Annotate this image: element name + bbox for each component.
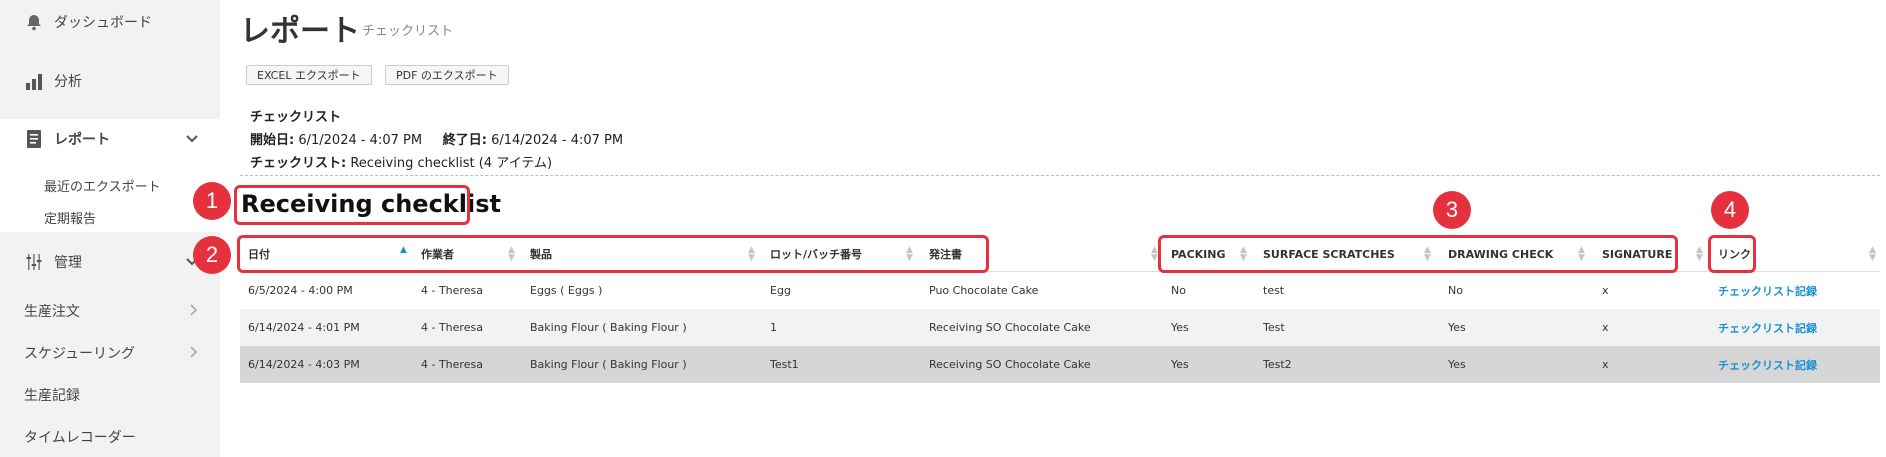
checklist-info: チェックリスト: Receiving checklist (4 アイテム): [250, 152, 552, 171]
table-row: 6/5/2024 - 4:00 PM 4 - Theresa Eggs ( Eg…: [240, 272, 1880, 309]
cell-product: Baking Flour ( Baking Flour ): [530, 321, 687, 334]
cell-drawing-check: Yes: [1448, 358, 1466, 371]
document-icon: [22, 127, 46, 151]
cell-po: Receiving SO Chocolate Cake: [929, 358, 1091, 371]
cell-operator: 4 - Theresa: [421, 321, 483, 334]
nav-management[interactable]: 管理: [0, 248, 220, 276]
cell-surface-scratches: test: [1263, 284, 1285, 297]
end-date-value: 6/14/2024 - 4:07 PM: [491, 133, 624, 148]
nav-production-orders-label: 生産注文: [24, 304, 80, 320]
annotation-box-4: [1708, 235, 1756, 273]
nav-recent-exports[interactable]: 最近のエクスポート: [44, 176, 161, 195]
sliders-icon: [22, 250, 46, 274]
cell-lot: Test1: [770, 358, 799, 371]
nav-scheduled-reports[interactable]: 定期報告: [44, 208, 96, 227]
checklist-value: Receiving checklist (4 アイテム): [350, 156, 553, 171]
bell-icon: [22, 10, 46, 34]
nav-scheduling[interactable]: スケジューリング: [0, 341, 220, 365]
checklist-label: チェックリスト:: [250, 156, 347, 171]
sort-icon[interactable]: ▲ ▼: [1151, 246, 1158, 263]
cell-packing: No: [1171, 284, 1186, 297]
nav-time-recorder[interactable]: タイムレコーダー: [0, 425, 220, 449]
checklist-record-link[interactable]: チェックリスト記録: [1718, 272, 1817, 309]
annotation-box-2: [237, 235, 989, 273]
nav-production-records-label: 生産記録: [24, 388, 80, 404]
cell-date: 6/14/2024 - 4:03 PM: [248, 358, 360, 371]
cell-packing: Yes: [1171, 358, 1189, 371]
cell-surface-scratches: Test2: [1263, 358, 1292, 371]
cell-date: 6/5/2024 - 4:00 PM: [248, 284, 353, 297]
cell-date: 6/14/2024 - 4:01 PM: [248, 321, 360, 334]
start-date-value: 6/1/2024 - 4:07 PM: [298, 133, 423, 148]
cell-operator: 4 - Theresa: [421, 284, 483, 297]
table-row: 6/14/2024 - 4:03 PM 4 - Theresa Baking F…: [240, 346, 1880, 383]
excel-export-button[interactable]: EXCEL エクスポート: [246, 65, 372, 85]
chevron-right-icon: [190, 303, 198, 319]
sidebar: ダッシュボード 分析 レポート 最近のエクスポート 定期報告 管理 生産注文 ス…: [0, 0, 220, 457]
annotation-badge-3: 3: [1433, 191, 1471, 229]
nav-dashboard[interactable]: ダッシュボード: [0, 8, 220, 36]
checklist-record-link[interactable]: チェックリスト記録: [1718, 309, 1817, 346]
annotation-badge-2: 2: [193, 236, 231, 274]
cell-drawing-check: Yes: [1448, 321, 1466, 334]
cell-drawing-check: No: [1448, 284, 1463, 297]
nav-analytics-label: 分析: [54, 74, 82, 90]
cell-signature: x: [1602, 284, 1609, 297]
nav-production-orders[interactable]: 生産注文: [0, 299, 220, 323]
nav-production-records[interactable]: 生産記録: [0, 383, 220, 407]
cell-lot: 1: [770, 321, 777, 334]
cell-surface-scratches: Test: [1263, 321, 1285, 334]
annotation-badge-4: 4: [1711, 191, 1749, 229]
nav-reports[interactable]: レポート: [0, 125, 220, 153]
nav-scheduling-label: スケジューリング: [24, 346, 136, 362]
nav-dashboard-label: ダッシュボード: [54, 15, 152, 31]
page-subtitle: チェックリスト: [362, 24, 454, 39]
table-row: 6/14/2024 - 4:01 PM 4 - Theresa Baking F…: [240, 309, 1880, 346]
chevron-right-icon: [190, 345, 198, 361]
cell-packing: Yes: [1171, 321, 1189, 334]
info-heading: チェックリスト: [250, 110, 342, 125]
pdf-export-button[interactable]: PDF のエクスポート: [385, 65, 509, 85]
end-date-label: 終了日:: [442, 133, 487, 148]
cell-signature: x: [1602, 358, 1609, 371]
nav-management-label: 管理: [54, 255, 82, 271]
cell-signature: x: [1602, 321, 1609, 334]
annotation-badge-1: 1: [193, 182, 231, 220]
bar-chart-icon: [22, 69, 46, 93]
cell-product: Eggs ( Eggs ): [530, 284, 603, 297]
cell-operator: 4 - Theresa: [421, 358, 483, 371]
start-date-label: 開始日:: [250, 133, 295, 148]
cell-lot: Egg: [770, 284, 791, 297]
sort-icon[interactable]: ▲ ▼: [1869, 246, 1876, 263]
divider: [240, 175, 1880, 176]
nav-reports-label: レポート: [54, 132, 110, 148]
date-range: 開始日: 6/1/2024 - 4:07 PM 終了日: 6/14/2024 -…: [250, 129, 623, 148]
checklist-record-link[interactable]: チェックリスト記録: [1718, 346, 1817, 383]
cell-po: Receiving SO Chocolate Cake: [929, 321, 1091, 334]
nav-time-recorder-label: タイムレコーダー: [24, 430, 136, 446]
annotation-box-3: [1158, 235, 1678, 273]
chevron-down-icon[interactable]: [186, 132, 198, 146]
annotation-box-1: [234, 185, 470, 225]
sort-icon[interactable]: ▲ ▼: [1696, 246, 1703, 263]
cell-product: Baking Flour ( Baking Flour ): [530, 358, 687, 371]
page-title: レポート: [240, 14, 360, 49]
nav-analytics[interactable]: 分析: [0, 67, 220, 95]
cell-po: Puo Chocolate Cake: [929, 284, 1039, 297]
